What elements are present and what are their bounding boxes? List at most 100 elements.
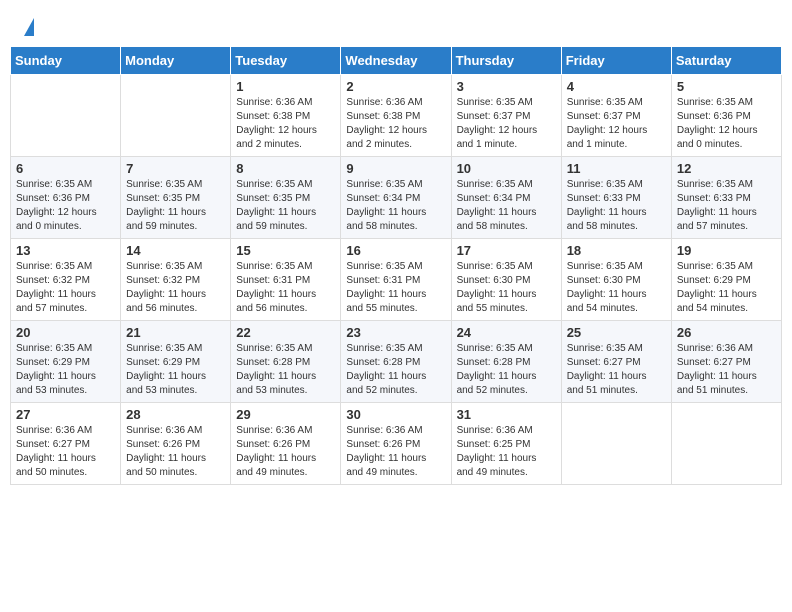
day-number: 12 — [677, 161, 776, 176]
calendar-header: SundayMondayTuesdayWednesdayThursdayFrid… — [11, 47, 782, 75]
day-number: 10 — [457, 161, 556, 176]
day-number: 26 — [677, 325, 776, 340]
calendar-cell — [11, 75, 121, 157]
calendar-cell: 11 Sunrise: 6:35 AMSunset: 6:33 PMDayligh… — [561, 157, 671, 239]
day-info: Sunrise: 6:36 AMSunset: 6:26 PMDaylight:… — [346, 424, 445, 480]
day-number: 2 — [346, 79, 445, 94]
calendar-cell: 23 Sunrise: 6:35 AMSunset: 6:28 PMDayligh… — [341, 321, 451, 403]
day-info: Sunrise: 6:35 AMSunset: 6:27 PMDaylight:… — [567, 342, 666, 398]
day-number: 14 — [126, 243, 225, 258]
day-info: Sunrise: 6:35 AMSunset: 6:34 PMDaylight:… — [457, 178, 556, 234]
day-number: 8 — [236, 161, 335, 176]
day-number: 7 — [126, 161, 225, 176]
day-info: Sunrise: 6:36 AMSunset: 6:26 PMDaylight:… — [236, 424, 335, 480]
calendar-cell: 31 Sunrise: 6:36 AMSunset: 6:25 PMDayligh… — [451, 403, 561, 485]
day-info: Sunrise: 6:35 AMSunset: 6:33 PMDaylight:… — [677, 178, 776, 234]
calendar-cell: 16 Sunrise: 6:35 AMSunset: 6:31 PMDayligh… — [341, 239, 451, 321]
day-number: 6 — [16, 161, 115, 176]
day-number: 23 — [346, 325, 445, 340]
calendar-cell: 28Sunrise: 6:36 AMSunset: 6:26 PMDayligh… — [121, 403, 231, 485]
day-number: 27 — [16, 407, 115, 422]
calendar-table: SundayMondayTuesdayWednesdayThursdayFrid… — [10, 46, 782, 485]
day-info: Sunrise: 6:35 AMSunset: 6:30 PMDaylight:… — [457, 260, 556, 316]
day-header: Wednesday — [341, 47, 451, 75]
day-info: Sunrise: 6:35 AMSunset: 6:29 PMDaylight:… — [16, 342, 115, 398]
calendar-body: 1 Sunrise: 6:36 AMSunset: 6:38 PMDaylight… — [11, 75, 782, 485]
day-info: Sunrise: 6:35 AMSunset: 6:37 PMDaylight:… — [457, 96, 556, 152]
day-number: 5 — [677, 79, 776, 94]
day-number: 9 — [346, 161, 445, 176]
calendar-cell: 29 Sunrise: 6:36 AMSunset: 6:26 PMDayligh… — [231, 403, 341, 485]
day-number: 21 — [126, 325, 225, 340]
calendar-cell: 30Sunrise: 6:36 AMSunset: 6:26 PMDayligh… — [341, 403, 451, 485]
day-number: 3 — [457, 79, 556, 94]
calendar-cell: 21Sunrise: 6:35 AMSunset: 6:29 PMDayligh… — [121, 321, 231, 403]
day-number: 20 — [16, 325, 115, 340]
day-number: 19 — [677, 243, 776, 258]
calendar-cell: 5 Sunrise: 6:35 AMSunset: 6:36 PMDaylight… — [671, 75, 781, 157]
calendar-cell: 6 Sunrise: 6:35 AMSunset: 6:36 PMDaylight… — [11, 157, 121, 239]
page-header — [10, 10, 782, 40]
calendar-week-row: 13 Sunrise: 6:35 AMSunset: 6:32 PMDayligh… — [11, 239, 782, 321]
calendar-cell: 22 Sunrise: 6:35 AMSunset: 6:28 PMDayligh… — [231, 321, 341, 403]
logo-triangle-icon — [24, 18, 34, 36]
calendar-cell: 4 Sunrise: 6:35 AMSunset: 6:37 PMDaylight… — [561, 75, 671, 157]
day-number: 11 — [567, 161, 666, 176]
day-info: Sunrise: 6:35 AMSunset: 6:30 PMDaylight:… — [567, 260, 666, 316]
day-number: 13 — [16, 243, 115, 258]
day-info: Sunrise: 6:35 AMSunset: 6:36 PMDaylight:… — [16, 178, 115, 234]
calendar-cell — [121, 75, 231, 157]
day-number: 1 — [236, 79, 335, 94]
day-header: Sunday — [11, 47, 121, 75]
calendar-cell: 14 Sunrise: 6:35 AMSunset: 6:32 PMDayligh… — [121, 239, 231, 321]
day-number: 16 — [346, 243, 445, 258]
calendar-cell: 18 Sunrise: 6:35 AMSunset: 6:30 PMDayligh… — [561, 239, 671, 321]
day-info: Sunrise: 6:36 AMSunset: 6:27 PMDaylight:… — [677, 342, 776, 398]
day-header: Monday — [121, 47, 231, 75]
calendar-cell: 1 Sunrise: 6:36 AMSunset: 6:38 PMDaylight… — [231, 75, 341, 157]
day-info: Sunrise: 6:36 AMSunset: 6:25 PMDaylight:… — [457, 424, 556, 480]
day-number: 25 — [567, 325, 666, 340]
calendar-cell: 2 Sunrise: 6:36 AMSunset: 6:38 PMDaylight… — [341, 75, 451, 157]
day-info: Sunrise: 6:35 AMSunset: 6:32 PMDaylight:… — [126, 260, 225, 316]
day-number: 29 — [236, 407, 335, 422]
day-info: Sunrise: 6:35 AMSunset: 6:37 PMDaylight:… — [567, 96, 666, 152]
day-number: 18 — [567, 243, 666, 258]
day-number: 24 — [457, 325, 556, 340]
calendar-cell: 20 Sunrise: 6:35 AMSunset: 6:29 PMDayligh… — [11, 321, 121, 403]
day-number: 22 — [236, 325, 335, 340]
day-number: 28 — [126, 407, 225, 422]
calendar-cell: 17 Sunrise: 6:35 AMSunset: 6:30 PMDayligh… — [451, 239, 561, 321]
day-info: Sunrise: 6:35 AMSunset: 6:35 PMDaylight:… — [126, 178, 225, 234]
calendar-cell — [671, 403, 781, 485]
day-info: Sunrise: 6:35 AMSunset: 6:28 PMDaylight:… — [346, 342, 445, 398]
day-info: Sunrise: 6:36 AMSunset: 6:38 PMDaylight:… — [346, 96, 445, 152]
calendar-cell: 19Sunrise: 6:35 AMSunset: 6:29 PMDayligh… — [671, 239, 781, 321]
day-header: Thursday — [451, 47, 561, 75]
calendar-cell: 25 Sunrise: 6:35 AMSunset: 6:27 PMDayligh… — [561, 321, 671, 403]
day-info: Sunrise: 6:35 AMSunset: 6:28 PMDaylight:… — [236, 342, 335, 398]
day-number: 31 — [457, 407, 556, 422]
day-number: 4 — [567, 79, 666, 94]
day-info: Sunrise: 6:35 AMSunset: 6:31 PMDaylight:… — [346, 260, 445, 316]
calendar-cell: 13 Sunrise: 6:35 AMSunset: 6:32 PMDayligh… — [11, 239, 121, 321]
calendar-cell: 7 Sunrise: 6:35 AMSunset: 6:35 PMDaylight… — [121, 157, 231, 239]
logo — [20, 18, 34, 36]
day-info: Sunrise: 6:36 AMSunset: 6:38 PMDaylight:… — [236, 96, 335, 152]
day-info: Sunrise: 6:36 AMSunset: 6:27 PMDaylight:… — [16, 424, 115, 480]
calendar-cell: 26 Sunrise: 6:36 AMSunset: 6:27 PMDayligh… — [671, 321, 781, 403]
day-info: Sunrise: 6:35 AMSunset: 6:28 PMDaylight:… — [457, 342, 556, 398]
day-header: Friday — [561, 47, 671, 75]
calendar-cell: 10 Sunrise: 6:35 AMSunset: 6:34 PMDayligh… — [451, 157, 561, 239]
calendar-week-row: 6 Sunrise: 6:35 AMSunset: 6:36 PMDaylight… — [11, 157, 782, 239]
calendar-week-row: 27 Sunrise: 6:36 AMSunset: 6:27 PMDayligh… — [11, 403, 782, 485]
day-number: 17 — [457, 243, 556, 258]
day-info: Sunrise: 6:35 AMSunset: 6:33 PMDaylight:… — [567, 178, 666, 234]
day-info: Sunrise: 6:35 AMSunset: 6:36 PMDaylight:… — [677, 96, 776, 152]
calendar-cell — [561, 403, 671, 485]
day-header: Saturday — [671, 47, 781, 75]
day-info: Sunrise: 6:35 AMSunset: 6:35 PMDaylight:… — [236, 178, 335, 234]
day-info: Sunrise: 6:35 AMSunset: 6:32 PMDaylight:… — [16, 260, 115, 316]
calendar-cell: 27 Sunrise: 6:36 AMSunset: 6:27 PMDayligh… — [11, 403, 121, 485]
day-info: Sunrise: 6:35 AMSunset: 6:31 PMDaylight:… — [236, 260, 335, 316]
